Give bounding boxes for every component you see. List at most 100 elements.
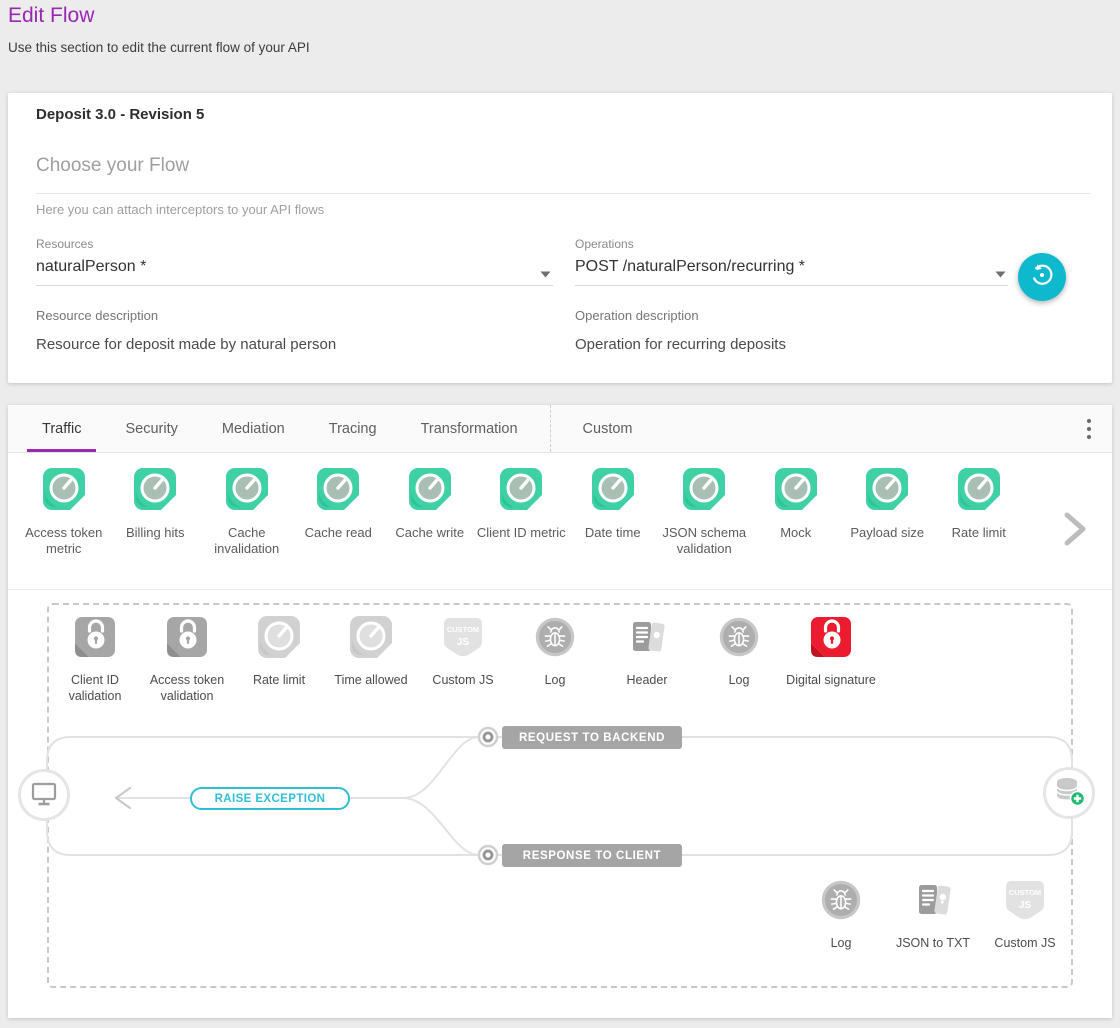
flow-interceptor[interactable]: Log — [509, 615, 601, 705]
palette-item[interactable]: Client ID metric — [476, 467, 568, 589]
palette-item[interactable]: Cache read — [293, 467, 385, 589]
page-subtitle: Use this section to edit the current flo… — [8, 40, 310, 55]
resources-select[interactable]: Resources naturalPerson * — [36, 237, 553, 286]
raise-exception-pill[interactable]: RAISE EXCEPTION — [190, 787, 350, 810]
tab-mediation[interactable]: Mediation — [200, 405, 307, 452]
palette-item[interactable]: Cache write — [384, 467, 476, 589]
svg-text:CUSTOM: CUSTOM — [447, 625, 479, 634]
gauge-icon — [774, 467, 818, 516]
database-add-icon — [1051, 773, 1087, 814]
flow-interceptor[interactable]: CUSTOMJS Custom JS — [979, 878, 1071, 951]
flow-interceptor[interactable]: Client ID validation — [49, 615, 141, 705]
interceptors-card: Traffic Security Mediation Tracing Trans… — [8, 405, 1112, 1018]
gauge-icon — [316, 467, 360, 516]
caret-down-icon[interactable] — [995, 265, 1006, 283]
gauge-icon — [133, 467, 177, 516]
gauge-icon — [42, 467, 86, 516]
flow-interceptor-label: Rate limit — [231, 672, 327, 688]
palette-item[interactable]: Payload size — [842, 467, 934, 589]
lock-icon — [165, 615, 209, 664]
palette-item[interactable]: Access token metric — [18, 467, 110, 589]
flow-diagram: Client ID validation Access token valida… — [8, 590, 1112, 1018]
flow-interceptor-label: Log — [691, 672, 787, 688]
operations-select[interactable]: Operations POST /naturalPerson/recurring… — [575, 237, 1008, 286]
header-doc-icon — [625, 615, 669, 664]
gauge-icon — [865, 467, 909, 516]
refresh-flow-button[interactable] — [1018, 253, 1066, 301]
flow-interceptor-label: Header — [599, 672, 695, 688]
palette-item-label: Cache invalidation — [199, 525, 294, 558]
backend-endpoint[interactable] — [1043, 767, 1095, 819]
flow-interceptor[interactable]: Rate limit — [233, 615, 325, 705]
palette-item-label: Billing hits — [108, 525, 203, 541]
gauge-icon — [257, 615, 301, 664]
operations-value: POST /naturalPerson/recurring * — [575, 258, 805, 275]
tab-tracing[interactable]: Tracing — [307, 405, 399, 452]
custom-js-icon: CUSTOM JS — [441, 615, 485, 664]
tab-custom[interactable]: Custom — [561, 405, 655, 452]
request-interceptors-row: Client ID validation Access token valida… — [49, 615, 877, 705]
flow-interceptor[interactable]: Header — [601, 615, 693, 705]
response-to-client-pill[interactable]: RESPONSE TO CLIENT — [502, 844, 682, 867]
palette-item-label: Date time — [565, 525, 660, 541]
interceptor-palette: Access token metric Billing hits Cache i… — [8, 453, 1112, 590]
flow-selector-card: Deposit 3.0 - Revision 5 Choose your Flo… — [8, 93, 1112, 383]
flow-interceptor[interactable]: Digital signature — [785, 615, 877, 705]
tab-divider — [550, 405, 551, 452]
caret-down-icon[interactable] — [540, 265, 551, 283]
tab-traffic[interactable]: Traffic — [20, 405, 103, 452]
request-to-backend-pill[interactable]: REQUEST TO BACKEND — [502, 726, 682, 749]
palette-item-label: Mock — [748, 525, 843, 541]
client-endpoint — [18, 769, 70, 821]
palette-item-label: Cache read — [291, 525, 386, 541]
palette-item[interactable]: Mock — [750, 467, 842, 589]
restore-icon — [1029, 262, 1055, 293]
bug-icon — [533, 615, 577, 664]
flow-interceptor[interactable]: JSON to TXT — [887, 878, 979, 951]
resource-description-value: Resource for deposit made by natural per… — [36, 336, 336, 353]
operations-label: Operations — [575, 237, 1008, 251]
flow-interceptor-label: JSON to TXT — [885, 935, 981, 951]
resource-description-label: Resource description — [36, 308, 336, 323]
flow-interceptor[interactable]: Access token validation — [141, 615, 233, 705]
tab-transformation[interactable]: Transformation — [399, 405, 540, 452]
palette-item-label: Cache write — [382, 525, 477, 541]
gauge-icon — [408, 467, 452, 516]
palette-item-label: Client ID metric — [474, 525, 569, 541]
page-header: Edit Flow Use this section to edit the c… — [8, 4, 310, 55]
doc-convert-icon — [911, 878, 955, 927]
palette-item[interactable]: Date time — [567, 467, 659, 589]
chevron-right-icon[interactable] — [1062, 509, 1088, 554]
flow-interceptor[interactable]: Log — [795, 878, 887, 951]
flow-interceptor-label: Log — [793, 935, 889, 951]
operation-description-value: Operation for recurring deposits — [575, 336, 786, 353]
flow-interceptor[interactable]: CUSTOM JS Custom JS — [417, 615, 509, 705]
resources-label: Resources — [36, 237, 553, 251]
flow-interceptor-label: Custom JS — [415, 672, 511, 688]
gauge-icon — [957, 467, 1001, 516]
palette-item[interactable]: Cache invalidation — [201, 467, 293, 589]
palette-item[interactable]: Billing hits — [110, 467, 202, 589]
response-node[interactable] — [479, 846, 497, 864]
response-interceptors-row: Log JSON to TXT CUSTOMJS Custom JS — [795, 878, 1071, 951]
palette-item[interactable]: JSON schema validation — [659, 467, 751, 589]
gauge-icon — [591, 467, 635, 516]
svg-text:JS: JS — [457, 637, 470, 648]
resources-value: naturalPerson * — [36, 258, 146, 275]
flow-interceptor[interactable]: Log — [693, 615, 785, 705]
kebab-menu-icon[interactable] — [1086, 418, 1092, 445]
svg-text:JS: JS — [1019, 900, 1032, 911]
flow-interceptor[interactable]: Time allowed — [325, 615, 417, 705]
flow-interceptor-label: Log — [507, 672, 603, 688]
flow-interceptor-label: Digital signature — [783, 672, 879, 688]
request-node[interactable] — [479, 728, 497, 746]
operation-description-label: Operation description — [575, 308, 786, 323]
lock-icon — [809, 615, 853, 664]
gauge-icon — [349, 615, 393, 664]
gauge-icon — [682, 467, 726, 516]
tab-security[interactable]: Security — [103, 405, 199, 452]
flow-interceptor-label: Access token validation — [139, 672, 235, 705]
flow-interceptor-label: Client ID validation — [47, 672, 143, 705]
section-divider — [36, 193, 1090, 194]
palette-item[interactable]: Rate limit — [933, 467, 1025, 589]
